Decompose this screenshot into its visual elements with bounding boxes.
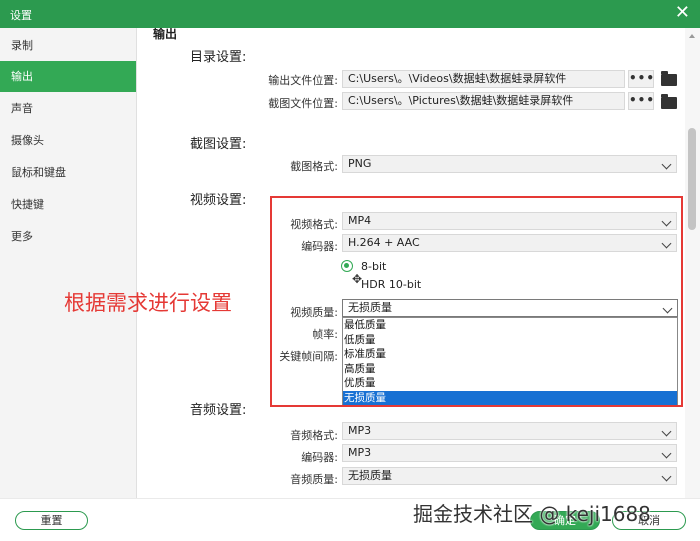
audio-section-title: 音频设置: [190, 403, 247, 418]
screenshot-browse-more-icon[interactable]: ••• [628, 92, 654, 110]
screenshot-folder-icon[interactable] [661, 94, 677, 109]
audio-quality-label: 音频质量: [290, 473, 338, 486]
close-icon[interactable]: ✕ [675, 2, 690, 24]
bit-8-radio[interactable] [341, 260, 353, 272]
chevron-down-icon [662, 303, 673, 314]
settings-content: 输出 目录设置: 输出文件位置: C:\Users\。\Videos\数据蛙\数… [137, 28, 685, 498]
sidebar-item-mouse-keyboard[interactable]: 鼠标和键盘 [0, 157, 136, 188]
audio-format-value: MP3 [348, 424, 372, 437]
audio-encoder-value: MP3 [348, 446, 372, 459]
scrollbar-thumb[interactable] [688, 128, 696, 230]
audio-encoder-select[interactable]: MP3 [342, 444, 677, 462]
quality-option-lossless[interactable]: 无损质量 [343, 390, 677, 405]
quality-option-high[interactable]: 高质量 [343, 362, 677, 377]
video-encoder-select[interactable]: H.264 + AAC [342, 234, 677, 252]
sidebar-item-more[interactable]: 更多 [0, 221, 136, 252]
cancel-button[interactable]: 取消 [612, 511, 686, 530]
chevron-down-icon [661, 238, 672, 249]
screenshot-location-field[interactable]: C:\Users\。\Pictures\数据蛙\数据蛙录屏软件 [342, 92, 625, 110]
audio-format-select[interactable]: MP3 [342, 422, 677, 440]
video-quality-label: 视频质量: [290, 306, 338, 319]
screenshot-format-label: 截图格式: [290, 160, 338, 173]
video-encoder-value: H.264 + AAC [348, 236, 420, 249]
hdr-10bit-label[interactable]: HDR 10-bit [361, 278, 421, 291]
move-cursor-icon: ✥ [352, 272, 363, 286]
screenshot-section-title: 截图设置: [190, 137, 247, 152]
output-location-field[interactable]: C:\Users\。\Videos\数据蛙\数据蛙录屏软件 [342, 70, 625, 88]
screenshot-location-label: 截图文件位置: [268, 97, 338, 110]
quality-option-excellent[interactable]: 优质量 [343, 376, 677, 391]
chevron-down-icon [661, 159, 672, 170]
output-location-label: 输出文件位置: [268, 74, 338, 87]
video-format-label: 视频格式: [290, 218, 338, 231]
output-browse-more-icon[interactable]: ••• [628, 70, 654, 88]
window-title: 设置 [10, 9, 32, 22]
bit-8-label: 8-bit [361, 260, 387, 273]
vertical-scrollbar[interactable] [685, 28, 700, 498]
video-section-title: 视频设置: [190, 193, 247, 208]
title-bar: 设置 ✕ [0, 0, 700, 28]
sidebar-item-record[interactable]: 录制 [0, 30, 136, 61]
quality-option-standard[interactable]: 标准质量 [343, 347, 677, 362]
sidebar-item-hotkeys[interactable]: 快捷键 [0, 189, 136, 220]
output-folder-icon[interactable] [661, 71, 677, 86]
video-format-value: MP4 [348, 214, 372, 227]
screenshot-format-value: PNG [348, 157, 372, 170]
quality-option-lowest[interactable]: 最低质量 [343, 318, 677, 333]
scroll-up-icon[interactable] [689, 34, 695, 38]
ok-button[interactable]: 确定 [530, 511, 600, 530]
video-format-select[interactable]: MP4 [342, 212, 677, 230]
footer: 重置 确定 取消 [0, 498, 700, 541]
video-quality-select[interactable]: 无损质量 [342, 299, 678, 317]
video-quality-dropdown: 最低质量 低质量 标准质量 高质量 优质量 无损质量 [342, 317, 678, 405]
screenshot-format-select[interactable]: PNG [342, 155, 677, 173]
chevron-down-icon [661, 471, 672, 482]
directory-section-title: 目录设置: [190, 50, 247, 65]
keyframe-interval-label: 关键帧间隔: [279, 350, 338, 363]
chevron-down-icon [661, 216, 672, 227]
chevron-down-icon [661, 448, 672, 459]
sidebar: 录制 输出 声音 摄像头 鼠标和键盘 快捷键 更多 [0, 28, 137, 498]
audio-quality-select[interactable]: 无损质量 [342, 467, 677, 485]
audio-format-label: 音频格式: [290, 429, 338, 442]
sidebar-item-output[interactable]: 输出 [0, 61, 136, 92]
annotation-text: 根据需求进行设置 [64, 291, 232, 315]
video-quality-value: 无损质量 [348, 301, 392, 314]
audio-quality-value: 无损质量 [348, 469, 392, 482]
video-encoder-label: 编码器: [301, 240, 338, 253]
quality-option-low[interactable]: 低质量 [343, 333, 677, 348]
fps-label: 帧率: [312, 328, 338, 341]
reset-button[interactable]: 重置 [15, 511, 88, 530]
chevron-down-icon [661, 426, 672, 437]
sidebar-item-sound[interactable]: 声音 [0, 93, 136, 124]
output-heading: 输出 [153, 28, 178, 41]
sidebar-item-camera[interactable]: 摄像头 [0, 125, 136, 156]
audio-encoder-label: 编码器: [301, 451, 338, 464]
